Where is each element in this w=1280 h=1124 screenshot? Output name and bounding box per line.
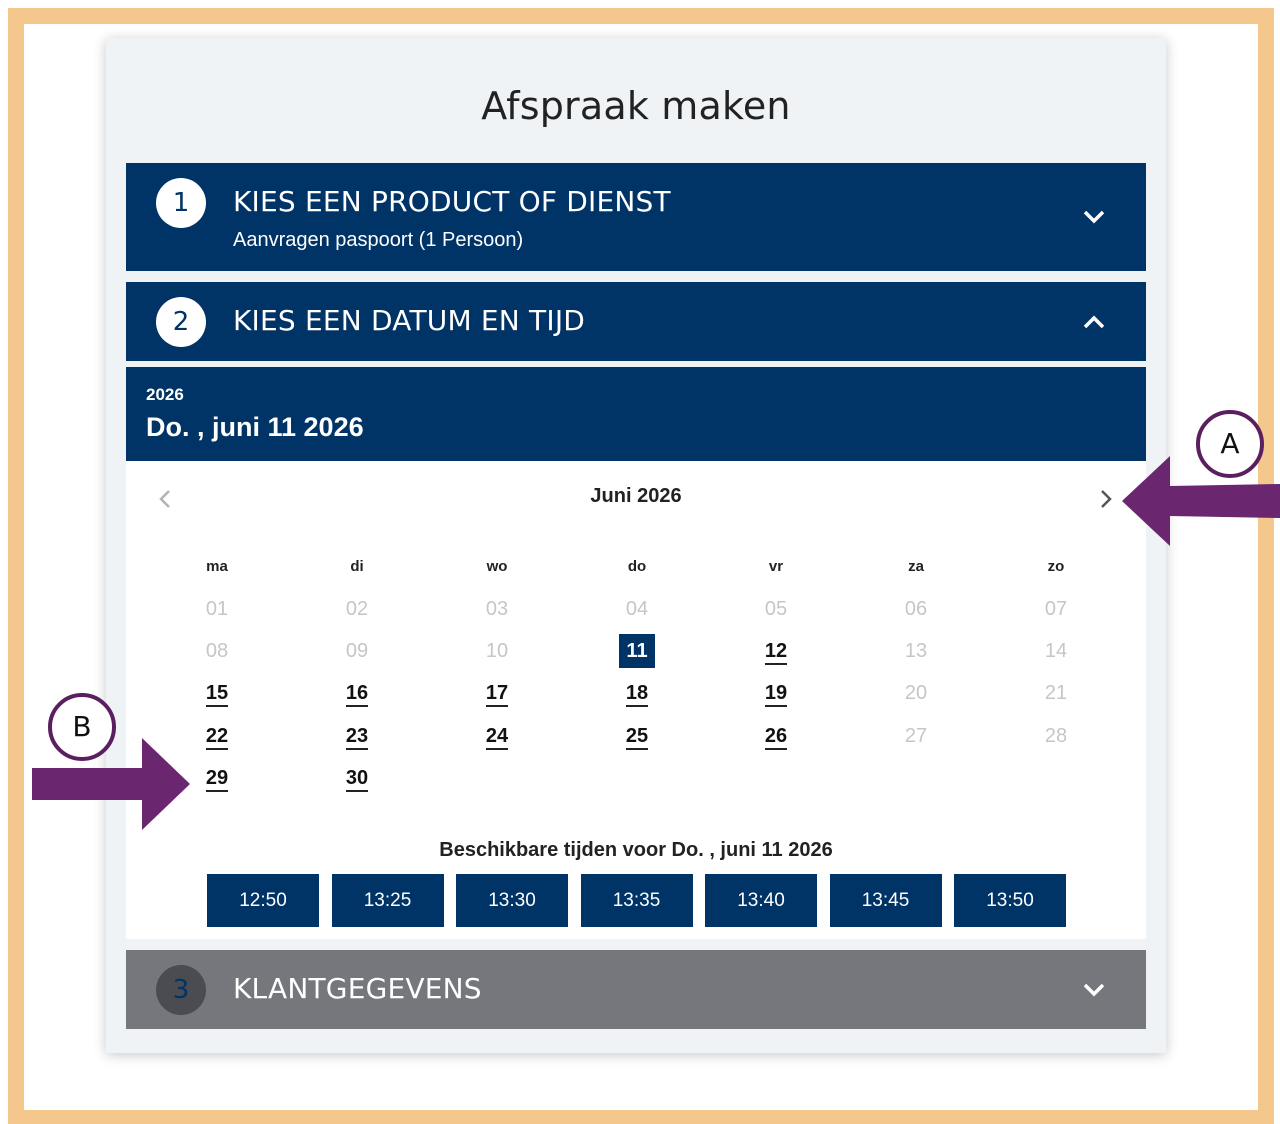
time-slot-button[interactable]: 13:50 <box>954 874 1066 927</box>
calendar-day: 01 <box>205 598 229 620</box>
times-label: Beschikbare tijden voor Do. , juni 11 20… <box>439 839 833 861</box>
selected-date: Do. , juni 11 2026 <box>146 412 364 442</box>
calendar-day[interactable]: 24 <box>477 719 517 753</box>
weekday-label: ma <box>206 558 228 575</box>
calendar-day[interactable]: 12 <box>756 634 796 668</box>
weekday-label: do <box>627 558 647 575</box>
weekday-label: di <box>350 558 364 575</box>
weekday-label: wo <box>486 558 508 575</box>
time-slot-button[interactable]: 13:45 <box>829 874 942 927</box>
time-slot-button[interactable]: 13:25 <box>331 874 444 927</box>
calendar-day: 20 <box>904 682 928 704</box>
time-slot-button[interactable]: 13:35 <box>580 874 693 927</box>
step-number: 1 <box>156 178 206 228</box>
page-title: Afspraak maken <box>481 84 791 128</box>
weekday-label: zo <box>1047 558 1065 575</box>
time-slot-button[interactable]: 13:40 <box>705 874 817 927</box>
time-slot-button[interactable]: 13:30 <box>456 874 568 927</box>
calendar-day: 21 <box>1044 682 1068 704</box>
calendar-day: 09 <box>345 640 369 662</box>
calendar-day[interactable]: 30 <box>337 761 377 795</box>
calendar-day: 04 <box>625 598 649 620</box>
calendar-day[interactable]: 23 <box>337 719 377 753</box>
month-label: Juni 2026 <box>590 485 682 507</box>
calendar-day[interactable]: 29 <box>197 761 237 795</box>
chevron-down-icon[interactable] <box>1082 978 1106 1002</box>
calendar-day: 05 <box>764 598 788 620</box>
next-month-icon[interactable] <box>1095 487 1117 511</box>
step-number: 3 <box>156 965 206 1015</box>
annotation-badge-b: B <box>48 693 116 761</box>
calendar-day[interactable]: 25 <box>617 719 657 753</box>
weekday-label: za <box>908 558 924 575</box>
calendar-day: 08 <box>205 640 229 662</box>
step-1-header[interactable]: 1 KIES EEN PRODUCT OF DIENST Aanvragen p… <box>126 163 1146 271</box>
calendar-day: 14 <box>1044 640 1068 662</box>
calendar-day: 03 <box>485 598 509 620</box>
calendar-day: 27 <box>904 725 928 747</box>
calendar-day[interactable]: 18 <box>617 676 657 710</box>
calendar-day: 13 <box>904 640 928 662</box>
calendar: Juni 2026 ma di wo do vr za zo 01 02 03 04 05 06 07 0… <box>126 461 1146 939</box>
chevron-up-icon[interactable] <box>1082 310 1106 334</box>
step-subtitle: Aanvragen paspoort (1 Persoon) <box>233 229 524 251</box>
step-3-header[interactable]: 3 KLANTGEGEVENS <box>126 950 1146 1029</box>
step-title: KIES EEN DATUM EN TIJD <box>233 304 586 337</box>
calendar-day: 02 <box>345 598 369 620</box>
annotation-arrow-b <box>32 738 190 830</box>
calendar-day[interactable]: 17 <box>477 676 517 710</box>
calendar-day: 10 <box>485 640 509 662</box>
weekday-label: vr <box>768 558 784 575</box>
annotation-badge-a: A <box>1196 410 1264 478</box>
step-2-header[interactable]: 2 KIES EEN DATUM EN TIJD <box>126 282 1146 361</box>
calendar-day[interactable]: 15 <box>197 676 237 710</box>
calendar-day[interactable]: 16 <box>337 676 377 710</box>
chevron-down-icon[interactable] <box>1082 205 1106 229</box>
calendar-day[interactable]: 19 <box>756 676 796 710</box>
calendar-day-selected[interactable]: 11 <box>619 634 655 668</box>
annotation-arrow-a <box>1122 456 1280 546</box>
selected-date-header: 2026 Do. , juni 11 2026 <box>126 367 1146 461</box>
step-number: 2 <box>156 297 206 347</box>
calendar-day: 06 <box>904 598 928 620</box>
calendar-day: 07 <box>1044 598 1068 620</box>
calendar-day: 28 <box>1044 725 1068 747</box>
calendar-day[interactable]: 22 <box>197 719 237 753</box>
step-title: KLANTGEGEVENS <box>233 972 482 1005</box>
calendar-day[interactable]: 26 <box>756 719 796 753</box>
step-title: KIES EEN PRODUCT OF DIENST <box>233 185 671 218</box>
selected-year: 2026 <box>146 385 184 404</box>
time-slot-button[interactable]: 12:50 <box>207 874 319 927</box>
